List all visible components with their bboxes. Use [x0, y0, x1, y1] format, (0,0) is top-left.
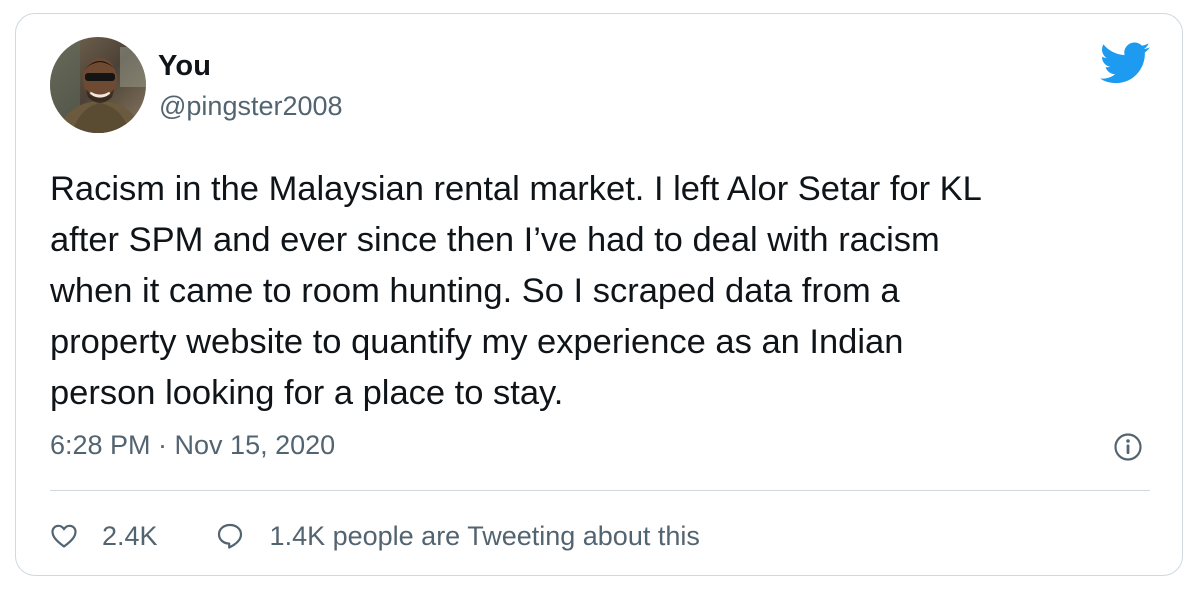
heart-icon	[51, 524, 77, 548]
reply-label: 1.4K people are Tweeting about this	[269, 520, 700, 551]
tweet-timestamp[interactable]: 6:28 PM · Nov 15, 2020	[50, 430, 335, 461]
twitter-bird-icon[interactable]	[1100, 42, 1150, 86]
avatar-photo	[50, 37, 146, 133]
avatar[interactable]	[50, 37, 146, 133]
info-icon[interactable]	[1113, 432, 1143, 462]
reply-button[interactable]: 1.4K people are Tweeting about this	[216, 521, 700, 552]
like-button[interactable]: 2.4K	[50, 521, 216, 552]
divider	[50, 490, 1150, 491]
user-display-name[interactable]: You	[158, 50, 211, 83]
like-count: 2.4K	[102, 520, 158, 551]
user-handle[interactable]: @pingster2008	[159, 91, 343, 122]
tweet-card: You @pingster2008 Racism in the Malaysia…	[15, 13, 1183, 576]
tweet-actions: 2.4K 1.4K people are Tweeting about this	[50, 517, 700, 555]
tweet-text: Racism in the Malaysian rental market. I…	[50, 170, 982, 412]
speech-bubble-icon	[217, 523, 242, 549]
